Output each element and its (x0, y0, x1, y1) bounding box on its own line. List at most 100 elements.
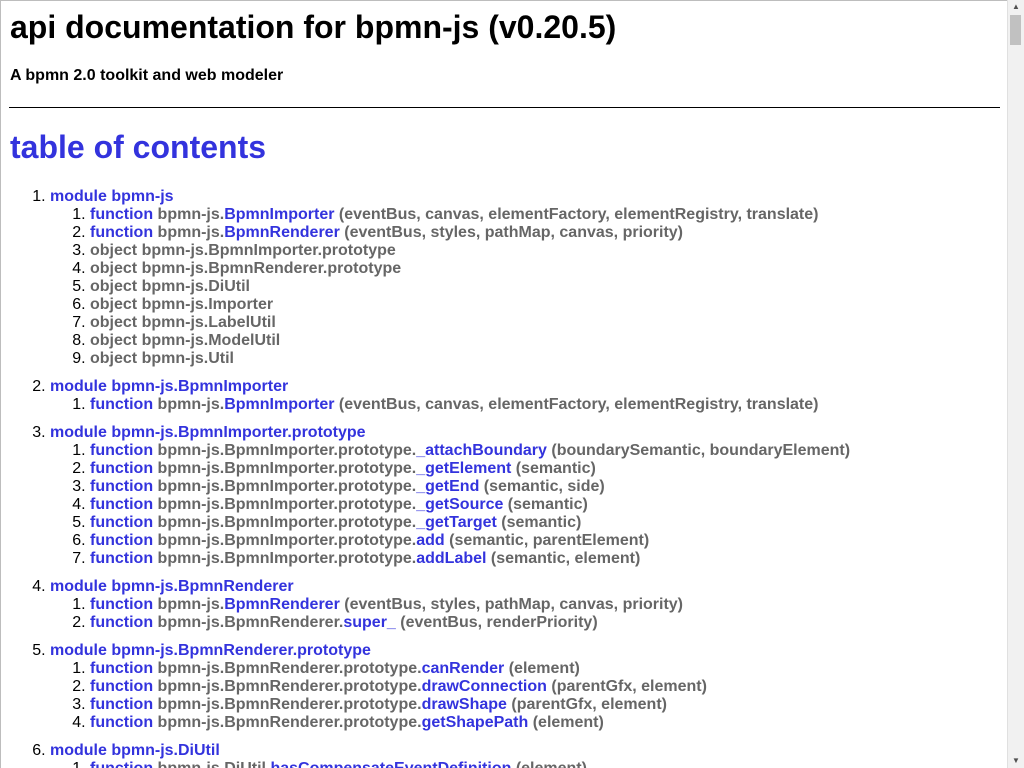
function-link[interactable]: drawConnection (422, 678, 547, 695)
namespace-prefix: bpmn-js. (157, 206, 225, 223)
function-link[interactable]: _attachBoundary (416, 442, 547, 459)
function-args: (element) (528, 714, 604, 731)
function-link[interactable]: BpmnImporter (224, 396, 334, 413)
object-entry[interactable]: object bpmn-js.DiUtil (90, 278, 250, 295)
object-entry[interactable]: object bpmn-js.Util (90, 350, 234, 367)
list-item: function bpmn-js.BpmnRenderer (eventBus,… (90, 596, 850, 614)
object-entry[interactable]: object bpmn-js.BpmnRenderer.prototype (90, 260, 401, 277)
list-item: object bpmn-js.Importer (90, 296, 850, 314)
function-link[interactable]: addLabel (416, 550, 486, 567)
module-link[interactable]: module bpmn-js.BpmnRenderer (50, 578, 294, 595)
scroll-up-arrow-icon[interactable]: ▲ (1008, 0, 1024, 14)
function-link[interactable]: _getSource (416, 496, 503, 513)
object-entry[interactable]: object bpmn-js.BpmnImporter.prototype (90, 242, 396, 259)
function-args: (element) (504, 660, 580, 677)
list-item: function bpmn-js.BpmnImporter.prototype.… (90, 532, 850, 550)
namespace-prefix: bpmn-js.BpmnRenderer.prototype. (157, 696, 422, 713)
function-args: (semantic) (503, 496, 588, 513)
function-args: (element) (511, 760, 587, 768)
function-keyword: function (90, 442, 154, 459)
function-args: (eventBus, styles, pathMap, canvas, prio… (339, 224, 684, 241)
module-link[interactable]: module bpmn-js.BpmnImporter (50, 378, 288, 395)
list-item: function bpmn-js.BpmnImporter.prototype.… (90, 496, 850, 514)
page-title: api documentation for bpmn-js (v0.20.5) (10, 9, 617, 45)
function-keyword: function (90, 460, 154, 477)
list-item: object bpmn-js.BpmnImporter.prototype (90, 242, 850, 260)
function-args: (semantic) (496, 514, 582, 531)
document-viewport: api documentation for bpmn-js (v0.20.5) … (0, 0, 1007, 768)
list-item: function bpmn-js.BpmnImporter.prototype.… (90, 514, 850, 532)
namespace-prefix: bpmn-js.BpmnRenderer.prototype. (157, 660, 422, 677)
function-keyword: function (90, 478, 154, 495)
function-keyword: function (90, 550, 154, 567)
function-args: (parentGfx, element) (546, 678, 707, 695)
function-args: (eventBus, canvas, elementFactory, eleme… (334, 396, 819, 413)
list-item: function bpmn-js.DiUtil.hasCompensateEve… (90, 760, 850, 768)
toc-module-item: module bpmn-js.BpmnRendererfunction bpmn… (50, 578, 850, 632)
toc-item-list: function bpmn-js.BpmnRenderer (eventBus,… (50, 596, 850, 632)
function-keyword: function (90, 596, 154, 613)
list-item: function bpmn-js.BpmnRenderer.prototype.… (90, 696, 850, 714)
function-link[interactable]: hasCompensateEventDefinition (270, 760, 511, 768)
module-link[interactable]: module bpmn-js (50, 188, 174, 205)
module-link[interactable]: module bpmn-js.BpmnRenderer.prototype (50, 642, 371, 659)
function-args: (semantic, parentElement) (444, 532, 650, 549)
module-link[interactable]: module bpmn-js.DiUtil (50, 742, 220, 759)
function-keyword: function (90, 224, 154, 241)
toc-heading[interactable]: table of contents (10, 129, 266, 166)
object-entry[interactable]: object bpmn-js.Importer (90, 296, 273, 313)
function-link[interactable]: drawShape (422, 696, 507, 713)
namespace-prefix: bpmn-js.BpmnImporter.prototype. (157, 496, 417, 513)
list-item: function bpmn-js.BpmnRenderer.prototype.… (90, 678, 850, 696)
scroll-down-arrow-icon[interactable]: ▼ (1008, 754, 1024, 768)
function-keyword: function (90, 660, 154, 677)
function-link[interactable]: _getTarget (416, 514, 497, 531)
object-entry[interactable]: object bpmn-js.ModelUtil (90, 332, 280, 349)
function-link[interactable]: BpmnImporter (224, 206, 334, 223)
list-item: object bpmn-js.DiUtil (90, 278, 850, 296)
object-entry[interactable]: object bpmn-js.LabelUtil (90, 314, 276, 331)
namespace-prefix: bpmn-js.BpmnImporter.prototype. (157, 442, 417, 459)
list-item: function bpmn-js.BpmnImporter (eventBus,… (90, 206, 850, 224)
namespace-prefix: bpmn-js.BpmnImporter.prototype. (157, 478, 417, 495)
function-keyword: function (90, 206, 154, 223)
namespace-prefix: bpmn-js.BpmnRenderer.prototype. (157, 678, 422, 695)
toc-module-item: module bpmn-js.BpmnImporter.prototypefun… (50, 424, 850, 568)
function-link[interactable]: canRender (422, 660, 505, 677)
toc-item-list: function bpmn-js.BpmnImporter (eventBus,… (50, 206, 850, 368)
function-link[interactable]: _getEnd (416, 478, 479, 495)
function-args: (semantic, element) (486, 550, 641, 567)
function-link[interactable]: BpmnRenderer (224, 224, 340, 241)
toc-module-item: module bpmn-js.DiUtilfunction bpmn-js.Di… (50, 742, 850, 768)
function-link[interactable]: _getElement (416, 460, 511, 477)
namespace-prefix: bpmn-js.BpmnRenderer. (157, 614, 344, 631)
scrollbar-thumb[interactable] (1010, 15, 1021, 45)
function-args: (eventBus, styles, pathMap, canvas, prio… (339, 596, 684, 613)
module-link[interactable]: module bpmn-js.BpmnImporter.prototype (50, 424, 366, 441)
divider (9, 107, 1000, 108)
toc-module-list: module bpmn-jsfunction bpmn-js.BpmnImpor… (9, 188, 850, 768)
list-item: function bpmn-js.BpmnRenderer (eventBus,… (90, 224, 850, 242)
function-link[interactable]: add (416, 532, 444, 549)
toc-module-item: module bpmn-js.BpmnRenderer.prototypefun… (50, 642, 850, 732)
function-link[interactable]: BpmnRenderer (224, 596, 340, 613)
function-keyword: function (90, 514, 154, 531)
page-subtitle: A bpmn 2.0 toolkit and web modeler (10, 67, 284, 84)
function-args: (semantic, side) (479, 478, 605, 495)
list-item: object bpmn-js.Util (90, 350, 850, 368)
function-keyword: function (90, 678, 154, 695)
toc-module-item: module bpmn-js.BpmnImporterfunction bpmn… (50, 378, 850, 414)
function-args: (boundarySemantic, boundaryElement) (546, 442, 851, 459)
namespace-prefix: bpmn-js. (157, 224, 225, 241)
list-item: function bpmn-js.BpmnImporter.prototype.… (90, 460, 850, 478)
toc-item-list: function bpmn-js.BpmnImporter (eventBus,… (50, 396, 850, 414)
list-item: function bpmn-js.BpmnImporter.prototype.… (90, 550, 850, 568)
list-item: function bpmn-js.BpmnRenderer.prototype.… (90, 714, 850, 732)
function-link[interactable]: getShapePath (422, 714, 529, 731)
function-keyword: function (90, 714, 154, 731)
vertical-scrollbar[interactable]: ▲ ▼ (1007, 0, 1024, 768)
function-link[interactable]: super_ (343, 614, 395, 631)
list-item: function bpmn-js.BpmnImporter.prototype.… (90, 442, 850, 460)
function-keyword: function (90, 760, 153, 768)
toc-item-list: function bpmn-js.BpmnImporter.prototype.… (50, 442, 850, 568)
